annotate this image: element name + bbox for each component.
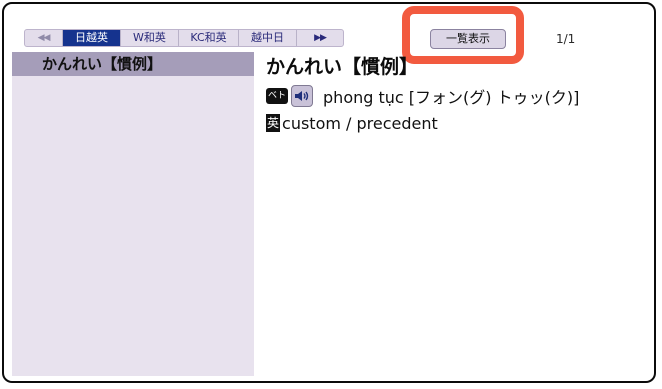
speaker-button[interactable] xyxy=(291,85,314,107)
english-badge: 英 xyxy=(266,114,281,132)
tab-dictionary-2[interactable]: W和英 xyxy=(121,30,179,46)
dictionary-tab-bar: ◀◀ 日越英 W和英 KC和英 越中日 ▶▶ xyxy=(24,29,344,47)
vietnamese-text: phong tục [フォン(グ) トゥッ(ク)] xyxy=(323,88,580,107)
entry-headword: かんれい【慣例】 xyxy=(266,56,419,78)
next-dictionary-button[interactable]: ▶▶ xyxy=(297,30,343,46)
entry-content: かんれい【慣例】 ベト phong tục [フォン(グ) トゥッ(ク)] 英 … xyxy=(266,52,646,136)
page-counter: 1/1 xyxy=(556,32,576,46)
speaker-icon xyxy=(295,91,309,101)
tab-dictionary-4[interactable]: 越中日 xyxy=(239,30,297,46)
vietnamese-translation-row: ベト phong tục [フォン(グ) トゥッ(ク)] xyxy=(266,83,646,109)
result-list-sidebar: かんれい【慣例】 xyxy=(12,52,254,376)
tab-dictionary-3[interactable]: KC和英 xyxy=(179,30,239,46)
prev-dictionary-button[interactable]: ◀◀ xyxy=(25,30,63,46)
tab-dictionary-1[interactable]: 日越英 xyxy=(63,30,121,46)
english-text: custom / precedent xyxy=(282,113,438,133)
english-translation-row: 英 custom / precedent xyxy=(266,110,646,136)
result-list-item[interactable]: かんれい【慣例】 xyxy=(12,52,254,76)
vietnamese-badge: ベト xyxy=(266,88,289,104)
